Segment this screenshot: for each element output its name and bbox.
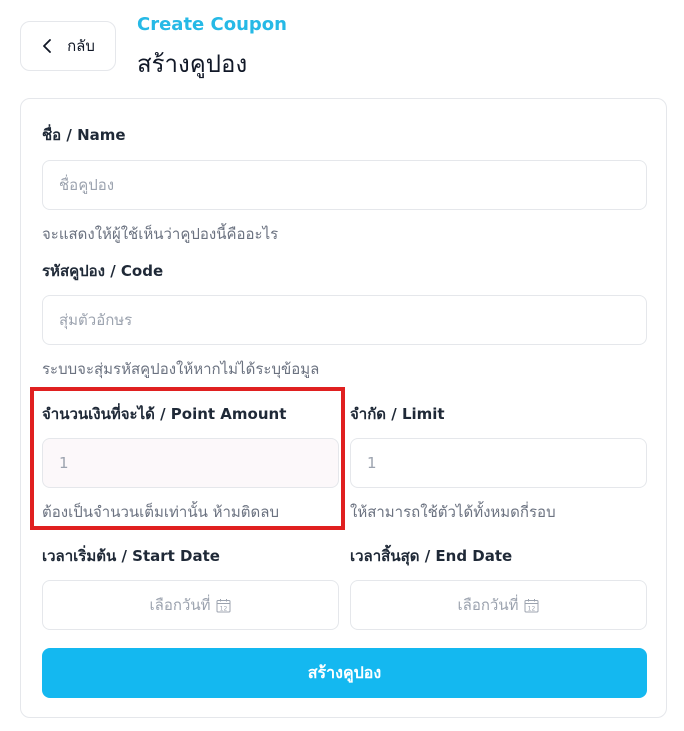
- svg-text:12: 12: [528, 605, 536, 612]
- back-button[interactable]: กลับ: [20, 21, 116, 71]
- svg-text:12: 12: [220, 605, 228, 612]
- create-coupon-button[interactable]: สร้างคูปอง: [42, 648, 647, 698]
- point-amount-input[interactable]: [42, 438, 339, 488]
- calendar-icon: 12: [524, 598, 539, 612]
- point-amount-label: จำนวนเงินที่จะได้ / Point Amount: [42, 405, 287, 423]
- end-date-label: เวลาสิ้นสุด / End Date: [350, 547, 513, 565]
- start-date-placeholder: เลือกวันที่: [149, 596, 211, 614]
- code-input[interactable]: [42, 295, 647, 345]
- end-date-picker[interactable]: เลือกวันที่ 12: [350, 580, 647, 630]
- limit-help: ให้สามารถใช้ตัวได้ทั้งหมดกี่รอบ: [350, 503, 556, 521]
- chevron-left-icon: [43, 39, 51, 53]
- back-button-label: กลับ: [67, 37, 95, 55]
- name-help: จะแสดงให้ผู้ใช้เห็นว่าคูปองนี้คืออะไร: [42, 225, 279, 243]
- name-label: ชื่อ / Name: [42, 126, 126, 144]
- end-date-placeholder: เลือกวันที่: [457, 596, 519, 614]
- calendar-icon: 12: [216, 598, 231, 612]
- page-title: สร้างคูปอง: [137, 50, 248, 78]
- name-input[interactable]: [42, 160, 647, 210]
- start-date-label: เวลาเริ่มต้น / Start Date: [42, 547, 220, 565]
- code-help: ระบบจะสุ่มรหัสคูปองให้หากไม่ได้ระบุข้อมู…: [42, 360, 320, 378]
- coupon-form-card: ชื่อ / Name จะแสดงให้ผู้ใช้เห็นว่าคูปองน…: [20, 98, 667, 718]
- point-amount-help: ต้องเป็นจำนวนเต็มเท่านั้น ห้ามติดลบ: [42, 503, 279, 521]
- start-date-picker[interactable]: เลือกวันที่ 12: [42, 580, 339, 630]
- limit-input[interactable]: [350, 438, 647, 488]
- page-subtitle: Create Coupon: [137, 14, 287, 35]
- code-label: รหัสคูปอง / Code: [42, 262, 164, 280]
- limit-label: จำกัด / Limit: [350, 405, 445, 423]
